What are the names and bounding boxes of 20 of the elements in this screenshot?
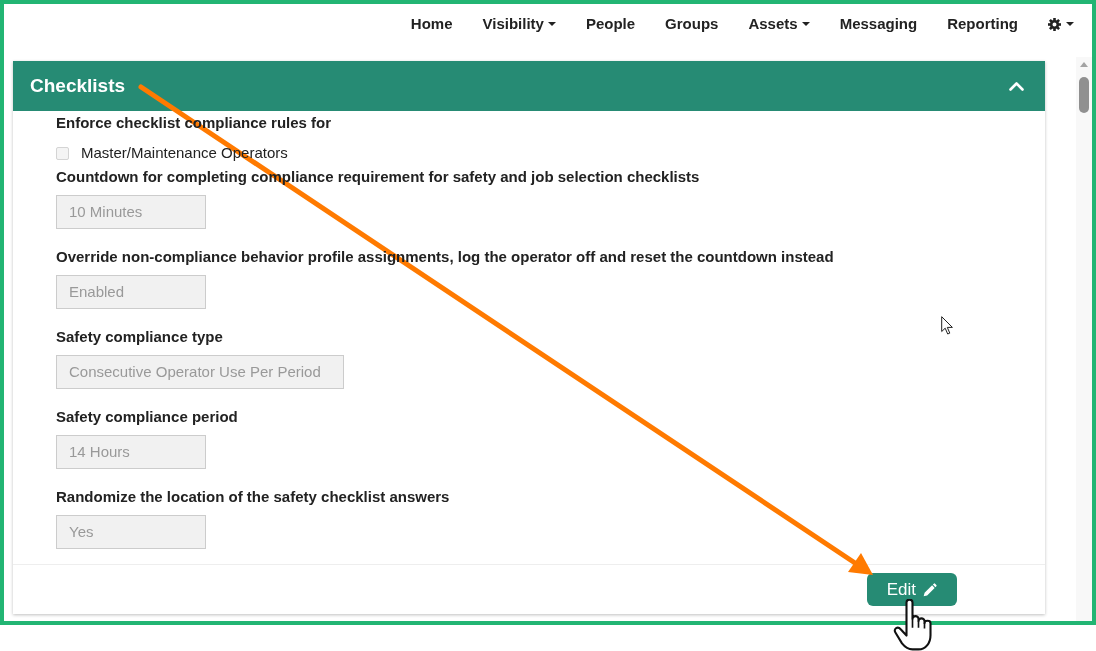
nav-link[interactable]: People — [585, 12, 636, 36]
field-label: Safety compliance period — [56, 407, 238, 427]
pencil-icon — [923, 582, 937, 597]
gear-icon — [1048, 17, 1061, 31]
panel-title: Checklists — [30, 73, 126, 98]
field-label: Safety compliance type — [56, 327, 223, 347]
nav-link[interactable]: Assets — [748, 12, 810, 36]
scrollbar[interactable] — [1076, 57, 1092, 621]
nav-link[interactable]: Reporting — [947, 12, 1018, 36]
nav-link[interactable]: Groups — [665, 12, 719, 36]
scroll-up-arrow-icon[interactable] — [1080, 62, 1088, 67]
mouse-pointer-icon — [941, 316, 954, 335]
nav-link[interactable]: Home — [410, 12, 453, 36]
chevron-up-icon[interactable] — [1009, 81, 1024, 91]
scrollbar-thumb[interactable] — [1079, 77, 1089, 113]
edit-button[interactable]: Edit — [866, 573, 957, 606]
settings-menu-button[interactable] — [1048, 17, 1074, 31]
nav-link[interactable]: Visibility — [482, 12, 556, 36]
field-label: Randomize the location of the safety checklist answers — [56, 487, 450, 507]
nav-link[interactable]: Messaging — [839, 12, 918, 36]
